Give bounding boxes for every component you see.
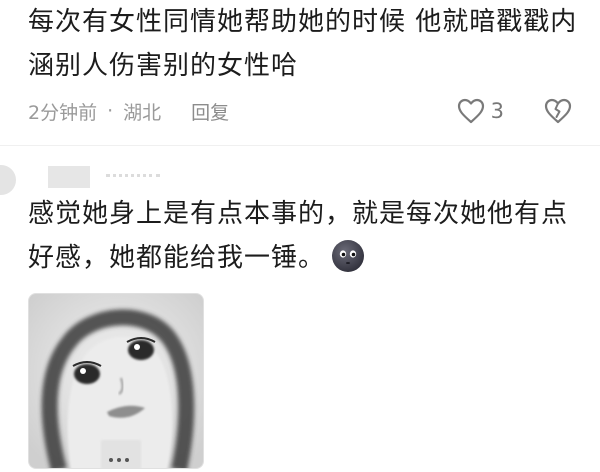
comment-text-2: 感觉她身上是有点本事的，就是每次她他有点好感，她都能给我一锤。 — [28, 192, 573, 280]
comment-meta: 2分钟前 · 湖北 回复 3 — [28, 96, 572, 126]
comment-text-content: 感觉她身上是有点本事的，就是每次她他有点好感，她都能给我一锤。 — [28, 199, 569, 273]
like-count: 3 — [490, 99, 504, 123]
dislike-button[interactable] — [544, 98, 572, 124]
dark-face-emoji-icon — [332, 240, 365, 272]
broken-heart-icon — [544, 98, 572, 124]
avatar[interactable] — [0, 165, 16, 195]
meta-separator: · — [107, 100, 114, 122]
comment-text: 每次有女性同情她帮助她的时候 他就暗戳戳内涵别人伤害别的女性哈 — [28, 7, 578, 81]
sticker-image[interactable] — [28, 293, 204, 469]
heart-outline-icon — [457, 98, 484, 124]
comment-location: 湖北 — [123, 101, 162, 124]
like-button[interactable]: 3 — [457, 98, 504, 124]
user-badge-dots — [106, 174, 160, 181]
reply-button[interactable]: 回复 — [191, 98, 229, 125]
comment-time: 2分钟前 — [28, 101, 98, 124]
sticker-face-illustration — [29, 294, 203, 468]
comment-divider — [0, 145, 600, 146]
user-name[interactable] — [48, 166, 90, 188]
